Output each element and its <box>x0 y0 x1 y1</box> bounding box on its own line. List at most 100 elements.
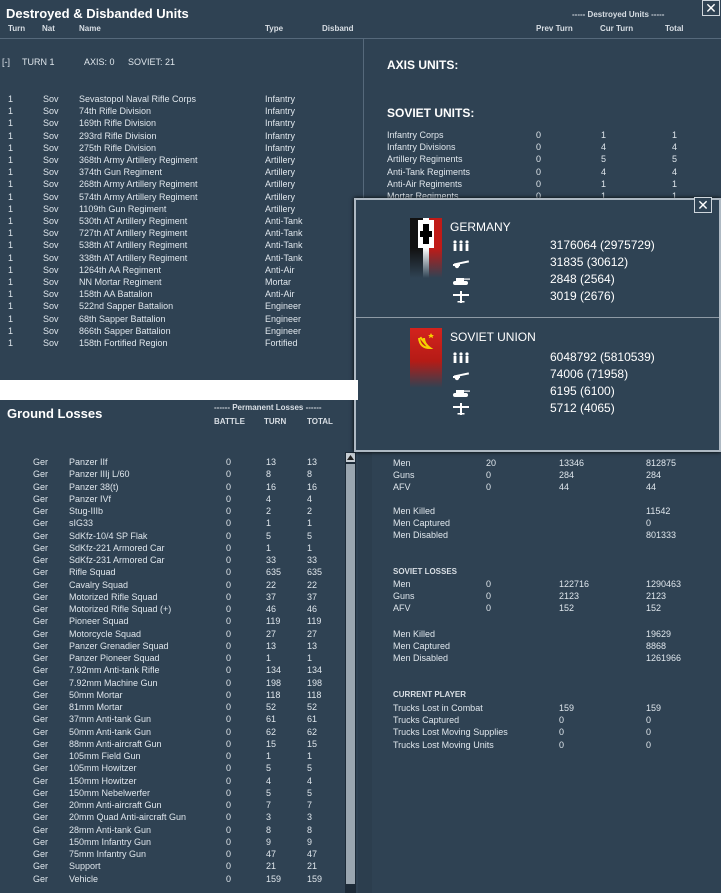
axis-loss-row[interactable]: AFV 0 44 44 <box>372 481 721 493</box>
ground-loss-row[interactable]: Ger 50mm Anti-tank Gun 0 62 62 <box>0 726 345 738</box>
ground-loss-row[interactable]: Ger SdKfz-221 Armored Car 0 1 1 <box>0 542 345 554</box>
close-icon[interactable]: ✕ <box>702 0 720 16</box>
ground-loss-row[interactable]: Ger 81mm Mortar 0 52 52 <box>0 701 345 713</box>
axis-casualty-row[interactable]: Men Killed 11542 <box>372 505 721 517</box>
gun-icon <box>453 260 470 269</box>
soviet-unit-type-row[interactable]: Infantry Divisions 0 4 4 <box>387 141 707 153</box>
ground-loss-row[interactable]: Ger Panzer IIf 0 13 13 <box>0 456 345 468</box>
cell-element: Panzer Pioneer Squad <box>69 653 160 663</box>
destroyed-unit-row[interactable]: 1 Sov 538th AT Artillery Regiment Anti-Tank <box>0 239 360 251</box>
ground-loss-row[interactable]: Ger Motorized Rifle Squad (+) 0 46 46 <box>0 603 345 615</box>
axis-units-title: AXIS UNITS: <box>387 58 459 72</box>
ground-loss-row[interactable]: Ger 20mm Quad Anti-aircraft Gun 0 3 3 <box>0 811 345 823</box>
ground-loss-row[interactable]: Ger SdKfz-10/4 SP Flak 0 5 5 <box>0 530 345 542</box>
destroyed-unit-row[interactable]: 1 Sov 169th Rifle Division Infantry <box>0 117 360 129</box>
destroyed-unit-row[interactable]: 1 Sov Sevastopol Naval Rifle Corps Infantry <box>0 93 360 105</box>
ground-loss-row[interactable]: Ger Stug-IIIb 0 2 2 <box>0 505 345 517</box>
cell-label: Guns <box>393 470 415 481</box>
destroyed-unit-row[interactable]: 1 Sov 68th Sapper Battalion Engineer <box>0 313 360 325</box>
destroyed-unit-row[interactable]: 1 Sov 374th Gun Regiment Artillery <box>0 166 360 178</box>
destroyed-unit-row[interactable]: 1 Sov 268th Army Artillery Regiment Artille… <box>0 178 360 190</box>
ground-loss-row[interactable]: Ger Panzer 38(t) 0 16 16 <box>0 481 345 493</box>
ground-loss-row[interactable]: Ger 105mm Field Gun 0 1 1 <box>0 750 345 762</box>
scroll-thumb[interactable] <box>346 464 355 884</box>
destroyed-unit-row[interactable]: 1 Sov NN Mortar Regiment Mortar <box>0 276 360 288</box>
ground-loss-row[interactable]: Ger Panzer Grenadier Squad 0 13 13 <box>0 640 345 652</box>
cell-turn: 1 <box>8 191 14 202</box>
soviet-loss-row[interactable]: Guns 0 2123 2123 <box>372 590 721 602</box>
scroll-up-arrow-icon[interactable] <box>346 453 355 462</box>
soviet-unit-type-row[interactable]: Infantry Corps 0 1 1 <box>387 129 707 141</box>
destroyed-unit-row[interactable]: 1 Sov 727th AT Artillery Regiment Anti-Tank <box>0 227 360 239</box>
soviet-loss-row[interactable]: AFV 0 152 152 <box>372 602 721 614</box>
ground-loss-row[interactable]: Ger Panzer Pioneer Squad 0 1 1 <box>0 652 345 664</box>
soviet-casualty-row[interactable]: Men Captured 8868 <box>372 640 721 652</box>
ground-loss-row[interactable]: Ger 75mm Infantry Gun 0 47 47 <box>0 848 345 860</box>
ground-loss-row[interactable]: Ger Support 0 21 21 <box>0 860 345 872</box>
ground-loss-row[interactable]: Ger 28mm Anti-tank Gun 0 8 8 <box>0 824 345 836</box>
ground-loss-row[interactable]: Ger Motorized Rifle Squad 0 37 37 <box>0 591 345 603</box>
destroyed-unit-row[interactable]: 1 Sov 293rd Rifle Division Infantry <box>0 130 360 142</box>
truck-loss-row[interactable]: Trucks Captured 0 0 <box>372 714 721 726</box>
axis-loss-row[interactable]: Guns 0 284 284 <box>372 469 721 481</box>
ground-loss-row[interactable]: Ger Motorcycle Squad 0 27 27 <box>0 628 345 640</box>
soviet-unit-type-row[interactable]: Anti-Tank Regiments 0 4 4 <box>387 166 707 178</box>
destroyed-unit-row[interactable]: 1 Sov 275th Rifle Division Infantry <box>0 142 360 154</box>
destroyed-unit-row[interactable]: 1 Sov 522nd Sapper Battalion Engineer <box>0 300 360 312</box>
expand-toggle[interactable]: [-] <box>2 56 10 68</box>
ground-loss-row[interactable]: Ger Cavalry Squad 0 22 22 <box>0 579 345 591</box>
soviet-unit-type-row[interactable]: Anti-Air Regiments 0 1 1 <box>387 178 707 190</box>
soviet-unit-type-row[interactable]: Artillery Regiments 0 5 5 <box>387 153 707 165</box>
cell-turn: 1 <box>266 653 272 663</box>
turn-group-row[interactable]: [-] TURN 1 AXIS: 0 SOVIET: 21 <box>0 56 360 68</box>
cell-nat: Sov <box>43 142 59 153</box>
ground-loss-row[interactable]: Ger sIG33 0 1 1 <box>0 517 345 529</box>
axis-casualty-row[interactable]: Men Captured 0 <box>372 517 721 529</box>
ground-loss-row[interactable]: Ger SdKfz-231 Armored Car 0 33 33 <box>0 554 345 566</box>
col-name[interactable]: Name <box>79 24 101 33</box>
ground-loss-row[interactable]: Ger Panzer IVf 0 4 4 <box>0 493 345 505</box>
destroyed-unit-row[interactable]: 1 Sov 158th AA Battalion Anti-Air <box>0 288 360 300</box>
truck-loss-row[interactable]: Trucks Lost in Combat 159 159 <box>372 702 721 714</box>
truck-loss-row[interactable]: Trucks Lost Moving Supplies 0 0 <box>372 726 721 738</box>
destroyed-unit-row[interactable]: 1 Sov 338th AT Artillery Regiment Anti-Tank <box>0 252 360 264</box>
ground-loss-row[interactable]: Ger Vehicle 0 159 159 <box>0 873 345 885</box>
ground-loss-row[interactable]: Ger 88mm Anti-aircraft Gun 0 15 15 <box>0 738 345 750</box>
ground-loss-row[interactable]: Ger 20mm Anti-aircraft Gun 0 7 7 <box>0 799 345 811</box>
ground-loss-row[interactable]: Ger 37mm Anti-tank Gun 0 61 61 <box>0 713 345 725</box>
soviet-loss-row[interactable]: Men 0 122716 1290463 <box>372 578 721 590</box>
axis-casualty-row[interactable]: Men Disabled 801333 <box>372 529 721 541</box>
ground-loss-row[interactable]: Ger Pioneer Squad 0 119 119 <box>0 615 345 627</box>
ground-loss-row[interactable]: Ger 50mm Mortar 0 118 118 <box>0 689 345 701</box>
destroyed-unit-row[interactable]: 1 Sov 866th Sapper Battalion Engineer <box>0 325 360 337</box>
ground-loss-row[interactable]: Ger 150mm Infantry Gun 0 9 9 <box>0 836 345 848</box>
ground-loss-row[interactable]: Ger 7.92mm Anti-tank Rifle 0 134 134 <box>0 664 345 676</box>
col-turn[interactable]: Turn <box>8 24 25 33</box>
destroyed-unit-row[interactable]: 1 Sov 74th Rifle Division Infantry <box>0 105 360 117</box>
axis-loss-row[interactable]: Men 20 13346 812875 <box>372 457 721 469</box>
destroyed-unit-row[interactable]: 1 Sov 158th Fortified Region Fortified <box>0 337 360 349</box>
destroyed-unit-row[interactable]: 1 Sov 1264th AA Regiment Anti-Air <box>0 264 360 276</box>
destroyed-unit-row[interactable]: 1 Sov 574th Army Artillery Regiment Artille… <box>0 191 360 203</box>
destroyed-unit-row[interactable]: 1 Sov 530th AT Artillery Regiment Anti-Tank <box>0 215 360 227</box>
cell-prev: 0 <box>536 142 542 153</box>
cell-total: 4 <box>307 493 313 504</box>
ground-loss-row[interactable]: Ger 150mm Nebelwerfer 0 5 5 <box>0 787 345 799</box>
cell-turn: 0 <box>559 739 565 750</box>
col-nat[interactable]: Nat <box>42 24 55 33</box>
destroyed-unit-row[interactable]: 1 Sov 368th Army Artillery Regiment Artille… <box>0 154 360 166</box>
ground-loss-row[interactable]: Ger 150mm Howitzer 0 4 4 <box>0 775 345 787</box>
cell-turn: 2 <box>266 506 272 516</box>
truck-loss-row[interactable]: Trucks Lost Moving Units 0 0 <box>372 739 721 751</box>
soviet-casualty-row[interactable]: Men Disabled 1261966 <box>372 652 721 664</box>
soviet-casualty-row[interactable]: Men Killed 19629 <box>372 628 721 640</box>
ground-loss-row[interactable]: Ger 7.92mm Machine Gun 0 198 198 <box>0 677 345 689</box>
col-type[interactable]: Type <box>265 24 283 33</box>
ground-scrollbar[interactable] <box>345 452 356 893</box>
ground-loss-row[interactable]: Ger 105mm Howitzer 0 5 5 <box>0 762 345 774</box>
ground-loss-row[interactable]: Ger Panzer IIIj L/60 0 8 8 <box>0 468 345 480</box>
cell-total: 1 <box>307 518 313 529</box>
ground-loss-row[interactable]: Ger Rifle Squad 0 635 635 <box>0 566 345 578</box>
destroyed-unit-row[interactable]: 1 Sov 1109th Gun Regiment Artillery <box>0 203 360 215</box>
col-disband[interactable]: Disband <box>322 24 354 33</box>
